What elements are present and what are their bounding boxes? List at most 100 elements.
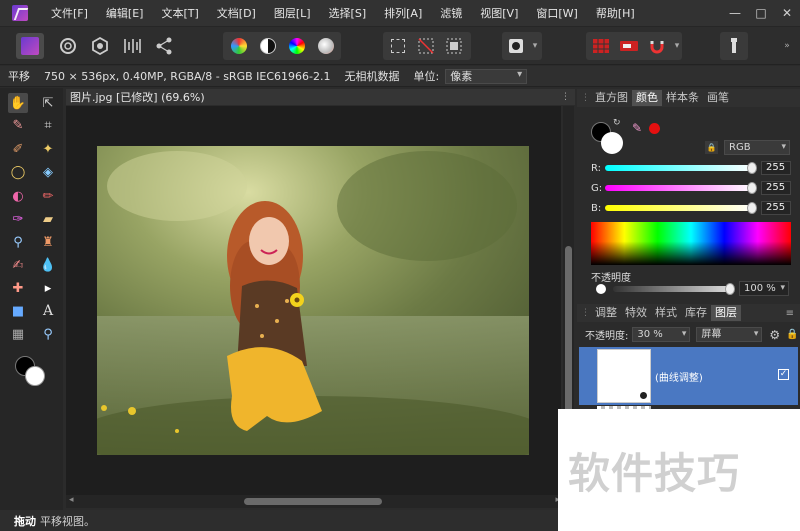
quick-mask-dropdown-icon[interactable]: ▾	[529, 33, 541, 59]
red-slider[interactable]	[605, 162, 757, 174]
menu-file[interactable]: 文件[F]	[42, 0, 97, 27]
select-all-button[interactable]	[386, 33, 410, 59]
layer-visibility-checkbox[interactable]: ✓	[778, 369, 789, 380]
view-tool-button[interactable]: ✋	[8, 93, 28, 113]
tab-layers[interactable]: 图层	[711, 305, 741, 321]
close-button[interactable]: ✕	[774, 0, 800, 27]
invert-selection-button[interactable]	[442, 33, 466, 59]
tab-swatches[interactable]: 样本条	[662, 90, 703, 106]
export-persona-button[interactable]	[152, 33, 176, 59]
tab-menu-icon[interactable]: ⋮	[561, 92, 570, 102]
menu-arrange[interactable]: 排列[A]	[375, 0, 431, 27]
gradient-tool-button[interactable]: ◐	[8, 186, 28, 206]
color-swatches[interactable]	[15, 356, 47, 388]
opacity-dropdown-icon[interactable]: ▾	[780, 282, 785, 295]
paint-brush-tool-button[interactable]: ✏	[38, 186, 58, 206]
tab-color[interactable]: 颜色	[632, 90, 662, 106]
panel-grip-icon[interactable]: ⋮	[581, 92, 590, 104]
dodge-tool-button[interactable]: ⚲	[8, 232, 28, 252]
green-slider-knob[interactable]	[747, 182, 757, 194]
blue-slider[interactable]	[605, 202, 757, 214]
horizontal-scrollbar[interactable]: ◂ ▸	[66, 495, 563, 508]
auto-white-balance-button[interactable]	[314, 33, 338, 59]
develop-persona-button[interactable]	[88, 33, 112, 59]
auto-contrast-button[interactable]	[256, 33, 280, 59]
tab-adjustment[interactable]: 调整	[591, 305, 621, 321]
shape-tool-button[interactable]: ■	[8, 301, 28, 321]
tab-brushes[interactable]: 画笔	[703, 90, 733, 106]
menu-text[interactable]: 文本[T]	[152, 0, 207, 27]
quick-mask-button[interactable]	[505, 33, 527, 59]
magic-wand-tool-button[interactable]: ✦	[38, 139, 58, 159]
blue-slider-knob[interactable]	[747, 202, 757, 214]
move-tool-button[interactable]: ⇱	[38, 93, 58, 113]
blue-value-input[interactable]: 255	[761, 201, 791, 215]
red-value-input[interactable]: 255	[761, 161, 791, 175]
menu-window[interactable]: 窗口[W]	[527, 0, 586, 27]
picker-icon[interactable]: ✎	[632, 121, 642, 135]
liquify-persona-button[interactable]	[56, 33, 80, 59]
color-spectrum[interactable]	[591, 222, 791, 265]
freehand-select-tool-button[interactable]: ◯	[8, 162, 28, 182]
green-slider[interactable]	[605, 182, 757, 194]
scroll-left-icon[interactable]: ◂	[69, 495, 74, 505]
text-tool-button[interactable]: A	[38, 301, 58, 321]
menu-filters[interactable]: 滤镜	[431, 0, 471, 27]
tab-histogram[interactable]: 直方图	[591, 90, 632, 106]
color-mode-dropdown[interactable]: RGB ▾	[724, 140, 790, 155]
menu-view[interactable]: 视图[V]	[471, 0, 527, 27]
auto-levels-button[interactable]	[227, 33, 251, 59]
mesh-warp-tool-button[interactable]: ▦	[8, 324, 28, 344]
preview-mode-button[interactable]	[617, 33, 641, 59]
opacity-input[interactable]: 100 % ▾	[739, 281, 789, 296]
blend-mode-dropdown[interactable]: 屏幕 ▾	[696, 327, 763, 342]
color-panel-swatches[interactable]: ↻	[591, 118, 625, 156]
color-replacement-tool-button[interactable]: ✑	[8, 209, 28, 229]
gear-icon[interactable]: ⚙	[769, 328, 780, 342]
menu-help[interactable]: 帮助[H]	[587, 0, 644, 27]
crop-tool-button[interactable]: ⌗	[38, 115, 58, 135]
smudge-tool-button[interactable]: ✍	[8, 255, 28, 275]
tone-mapping-persona-button[interactable]	[120, 33, 144, 59]
blur-tool-button[interactable]: 💧	[38, 255, 58, 275]
document-tab[interactable]: 图片.jpg [已修改] (69.6%) ⋮	[66, 89, 575, 105]
secondary-color-swatch[interactable]	[25, 366, 45, 386]
swap-colors-icon[interactable]: ↻	[613, 118, 621, 128]
tab-styles[interactable]: 样式	[651, 305, 681, 321]
snapping-dropdown-icon[interactable]: ▾	[671, 33, 683, 59]
unit-dropdown[interactable]: 像素	[445, 68, 528, 84]
maximize-button[interactable]: □	[748, 0, 774, 27]
vertical-scroll-thumb[interactable]	[565, 246, 572, 416]
pen-tool-button[interactable]: ▸	[38, 278, 58, 298]
erase-tool-button[interactable]: ▰	[38, 209, 58, 229]
panel-grip-icon-2[interactable]: ⋮	[581, 307, 590, 319]
tab-effects[interactable]: 特效	[621, 305, 651, 321]
menu-select[interactable]: 选择[S]	[320, 0, 376, 27]
color-picker-tool-button[interactable]: ✎	[8, 115, 28, 135]
opacity-slider-knob[interactable]	[725, 283, 735, 295]
assistant-button[interactable]	[589, 33, 613, 59]
clone-tool-button[interactable]: ♜	[38, 232, 58, 252]
red-slider-knob[interactable]	[747, 162, 757, 174]
panel-menu-icon[interactable]: ≡	[786, 308, 794, 319]
menu-edit[interactable]: 编辑[E]	[97, 0, 153, 27]
layer-name[interactable]: (曲线调整)	[655, 369, 703, 384]
healing-tool-button[interactable]: ✚	[8, 278, 28, 298]
opacity-slider[interactable]	[613, 283, 735, 295]
snapping-button[interactable]	[645, 33, 669, 59]
zoom-tool-button[interactable]: ⚲	[38, 324, 58, 344]
layer-opacity-dropdown[interactable]: 30 % ▾	[632, 327, 691, 342]
menu-layer[interactable]: 图层[L]	[265, 0, 320, 27]
flashlight-button[interactable]	[722, 33, 746, 59]
fill-tool-button[interactable]: ◈	[38, 162, 58, 182]
canvas-area[interactable]	[66, 106, 561, 495]
flood-select-tool-button[interactable]: ✐	[8, 139, 28, 159]
horizontal-scroll-thumb[interactable]	[244, 498, 382, 505]
toolbar-overflow-icon[interactable]: »	[780, 33, 794, 59]
menu-document[interactable]: 文档[D]	[208, 0, 265, 27]
auto-colors-button[interactable]	[285, 33, 309, 59]
lock-icon[interactable]: 🔒	[705, 141, 718, 154]
tab-stock[interactable]: 库存	[681, 305, 711, 321]
stroke-color-swatch[interactable]	[601, 132, 623, 154]
photo-persona-button[interactable]	[16, 33, 44, 59]
